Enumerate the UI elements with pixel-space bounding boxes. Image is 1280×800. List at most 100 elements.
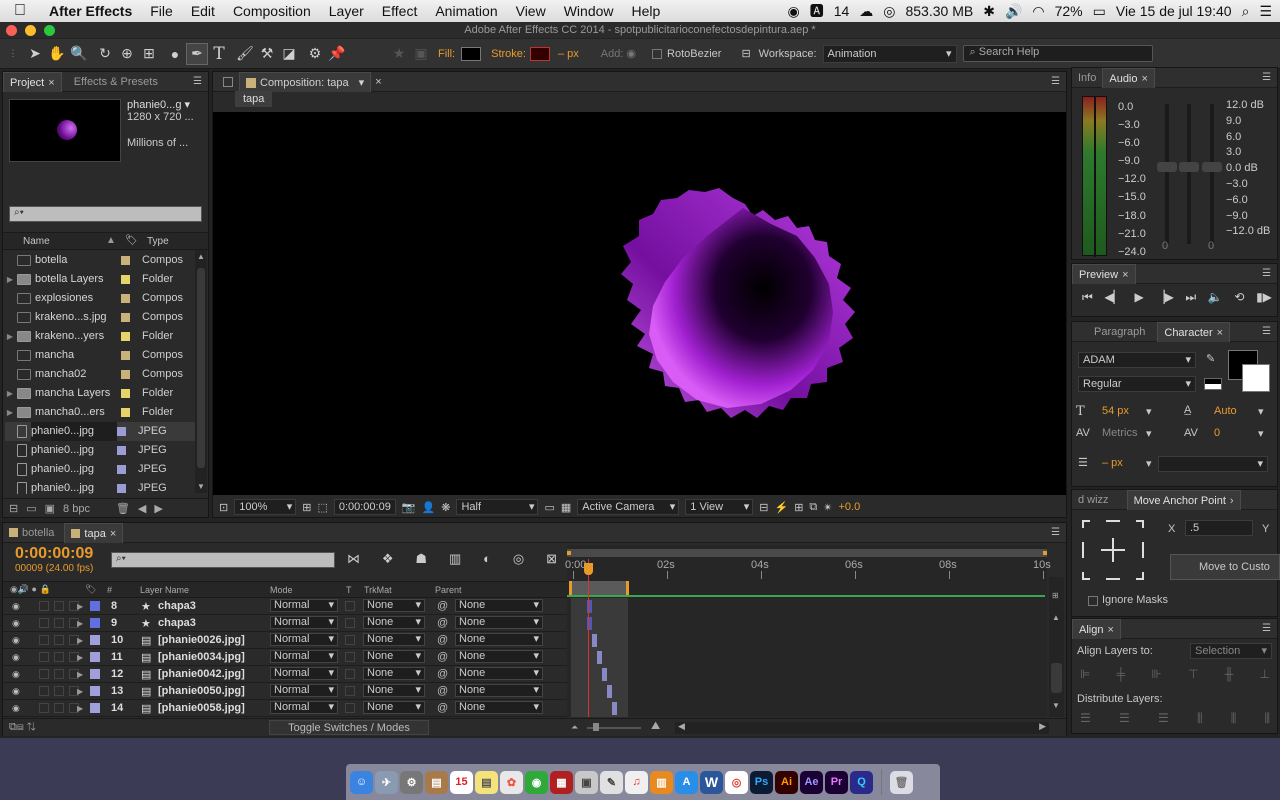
eraser-tool-icon[interactable]: ◪ xyxy=(278,43,300,65)
bluetooth-icon[interactable]: ✱ xyxy=(983,3,995,20)
search-help-input[interactable]: ⌕ Search Help xyxy=(962,45,1153,62)
track-matte-select[interactable]: None ▾ xyxy=(363,701,425,714)
tab-audio[interactable]: Audio × xyxy=(1102,67,1155,88)
tab-project[interactable]: Project × xyxy=(3,71,62,92)
horizontal-scrollbar[interactable]: ◀ ▶ xyxy=(675,721,1049,734)
textedit-icon[interactable]: ✎ xyxy=(600,770,623,794)
align-right-icon[interactable]: ⊪ xyxy=(1151,667,1161,681)
roto-brush-tool-icon[interactable]: ⚙ xyxy=(304,43,326,65)
label-color-swatch[interactable] xyxy=(121,313,130,322)
playhead-handle[interactable] xyxy=(584,563,593,575)
audio-slider-center-knob[interactable] xyxy=(1179,162,1199,172)
stroke-swatch[interactable] xyxy=(529,46,550,61)
zoom-in-icon[interactable]: ⛰ xyxy=(651,720,660,733)
layer-row[interactable]: ◉ ▶ 10 ▤ [phanie0026.jpg] Normal ▾ None ▾ @ None ▾ xyxy=(3,632,567,649)
expand-arrow-icon[interactable]: ▶ xyxy=(5,384,15,403)
workspace-select[interactable]: Animation ▾ xyxy=(822,44,957,63)
expand-arrow-icon[interactable]: ▶ xyxy=(77,687,83,696)
transparency-grid-icon[interactable]: ⬚ xyxy=(317,501,327,514)
zoom-tool-icon[interactable]: 🔍 xyxy=(68,43,90,65)
expand-arrow-icon[interactable]: ▶ xyxy=(77,670,83,679)
layer-label-swatch[interactable] xyxy=(90,669,100,679)
panel-menu-icon[interactable]: ☰ xyxy=(1262,326,1271,337)
solo-switch[interactable] xyxy=(54,601,64,611)
stroke-width-value[interactable]: – px xyxy=(558,48,579,60)
layer-name[interactable]: [phanie0058.jpg] xyxy=(158,702,245,714)
panel-menu-icon[interactable]: ☰ xyxy=(193,76,202,87)
brush-tool-icon[interactable]: 🖌 xyxy=(234,43,256,65)
eyedropper-icon[interactable]: ✎ xyxy=(1206,352,1215,365)
clock[interactable]: Vie 15 de jul 19:40 xyxy=(1116,3,1232,19)
label-color-swatch[interactable] xyxy=(121,389,130,398)
solo-switch[interactable] xyxy=(54,703,64,713)
label-color-swatch[interactable] xyxy=(121,256,130,265)
project-item[interactable]: explosiones Compos xyxy=(5,289,195,308)
parent-select[interactable]: None ▾ xyxy=(455,616,543,629)
black-white-swatch[interactable] xyxy=(1204,378,1222,390)
leading-dropdown-icon[interactable]: ▾ xyxy=(1258,405,1264,418)
project-item[interactable]: mancha Compos xyxy=(5,346,195,365)
track-matte-select[interactable]: None ▾ xyxy=(363,633,425,646)
blend-mode-select[interactable]: Normal ▾ xyxy=(270,684,338,697)
layer-duration-bar[interactable] xyxy=(612,702,617,715)
expand-arrow-icon[interactable]: ▶ xyxy=(5,270,15,289)
panel-menu-icon[interactable]: ☰ xyxy=(1262,268,1271,279)
menu-help[interactable]: Help xyxy=(623,3,670,19)
label-column-icon[interactable]: 🏷 xyxy=(125,235,138,246)
layer-duration-bar[interactable] xyxy=(592,634,597,647)
audio-switch[interactable] xyxy=(39,601,49,611)
notes-icon[interactable]: ▤ xyxy=(475,770,498,794)
layer-label-swatch[interactable] xyxy=(90,686,100,696)
layer-name[interactable]: [phanie0050.jpg] xyxy=(158,685,245,697)
pick-whip-icon[interactable]: @ xyxy=(437,651,448,663)
align-top-icon[interactable]: ⊤ xyxy=(1188,667,1198,681)
timeline-icon[interactable]: ⊞ xyxy=(794,501,803,514)
layer-name[interactable]: chapa3 xyxy=(158,617,196,629)
new-comp-icon[interactable]: ▣ xyxy=(45,502,55,515)
layer-row[interactable]: ◉ ▶ 12 ▤ [phanie0042.jpg] Normal ▾ None ▾ @ None ▾ xyxy=(3,666,567,683)
timeline-search-input[interactable]: ⌕▾ xyxy=(111,552,335,568)
audio-slider-center-track[interactable] xyxy=(1187,104,1191,244)
layer-row[interactable]: ◉ ▶ 9 ★ chapa3 Normal ▾ None ▾ @ None ▾ xyxy=(3,615,567,632)
layer-duration-bar[interactable] xyxy=(602,668,607,681)
tab-character[interactable]: Character × xyxy=(1157,321,1231,342)
solo-switch[interactable] xyxy=(54,618,64,628)
hand-tool-icon[interactable]: ✋ xyxy=(46,43,68,65)
eye-icon[interactable]: ◉ xyxy=(12,703,20,714)
flowchart-tab[interactable]: tapa xyxy=(235,91,273,107)
time-ruler[interactable]: 0:00 02s 04s 06s 08s 10s xyxy=(565,559,1051,579)
first-frame-icon[interactable]: ⏮ xyxy=(1082,290,1093,305)
menu-file[interactable]: File xyxy=(141,3,182,19)
trash-icon[interactable]: 🗑 xyxy=(116,502,130,515)
eye-icon[interactable]: ◉ xyxy=(12,652,20,663)
pick-whip-icon[interactable]: @ xyxy=(437,600,448,612)
tab-paragraph[interactable]: Paragraph xyxy=(1088,322,1151,342)
layer-label-swatch[interactable] xyxy=(90,601,100,611)
loop-icon[interactable]: ⟲ xyxy=(1234,290,1244,305)
distribute-top-icon[interactable]: ☰ xyxy=(1080,711,1091,726)
pen-tool-icon[interactable]: ✒ xyxy=(186,42,208,65)
resolution-select[interactable]: Half ▾ xyxy=(456,499,539,515)
spotlight-icon[interactable]: ⌕ xyxy=(1242,3,1250,20)
navigator-end-handle[interactable] xyxy=(1043,551,1047,555)
menu-effect[interactable]: Effect xyxy=(373,3,427,19)
layer-row[interactable]: ◉ ▶ 13 ▤ [phanie0050.jpg] Normal ▾ None ▾ @ None ▾ xyxy=(3,683,567,700)
blend-mode-select[interactable]: Normal ▾ xyxy=(270,616,338,629)
project-item[interactable]: ▶ mancha0...ers Folder xyxy=(5,403,195,422)
audio-switch[interactable] xyxy=(39,686,49,696)
eye-icon[interactable]: ◉ xyxy=(12,669,20,680)
chrome-icon[interactable]: ◎ xyxy=(725,770,748,794)
anchor-x-input[interactable]: .5 xyxy=(1185,520,1253,536)
project-item[interactable]: phanie0...jpg JPEG xyxy=(5,422,195,441)
calendar-icon[interactable]: 15 xyxy=(450,770,473,794)
battery-icon[interactable]: ▭ xyxy=(1093,3,1106,20)
always-preview-icon[interactable]: ⊡ xyxy=(219,501,228,514)
pick-whip-icon[interactable]: @ xyxy=(437,634,448,646)
solo-switch[interactable] xyxy=(54,635,64,645)
itunes-icon[interactable]: ♫ xyxy=(625,770,648,794)
menu-animation[interactable]: Animation xyxy=(426,3,506,19)
column-layer-name[interactable]: Layer Name xyxy=(140,585,189,595)
brainstorm-icon[interactable]: ⊠ xyxy=(546,551,557,567)
label-color-swatch[interactable] xyxy=(121,370,130,379)
move-to-custom-button[interactable]: Move to Custo xyxy=(1170,554,1280,580)
